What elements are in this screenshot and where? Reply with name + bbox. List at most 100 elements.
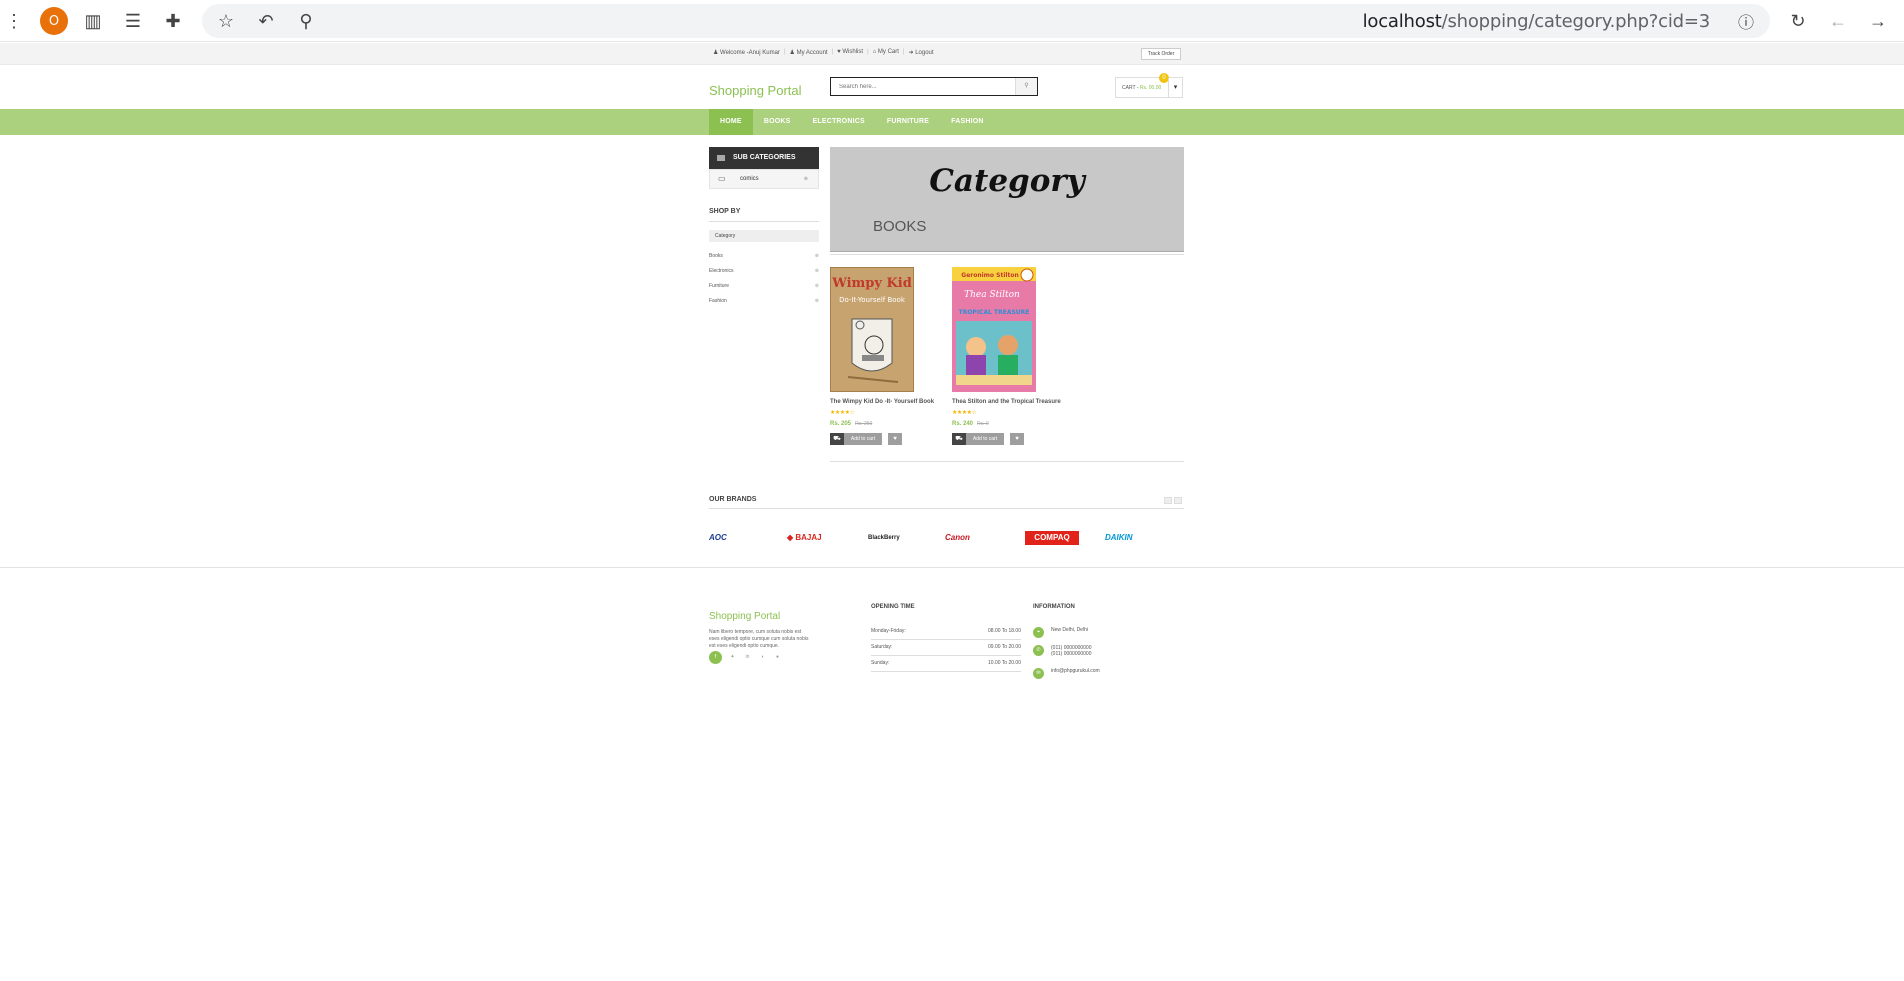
information-heading: INFORMATION (1033, 604, 1075, 610)
phone-icon: ✆ (1033, 645, 1044, 656)
site-header: Shopping Portal ⚲ CART - Rs. 00.00 0 ▾ (0, 65, 1904, 110)
divider (830, 254, 1184, 255)
opening-hours: Monday-Friday: 08.00 To 18.00 Saturday: 09… (871, 624, 1021, 672)
web-page: ♟ Welcome -Anuj Kumar | ♟ My Account | ♥ W… (0, 43, 1904, 981)
address-bar[interactable]: ☆ ↶ ⚲ localhost/shopping/category.php?ci… (202, 4, 1770, 38)
pinterest-icon[interactable]: ● (773, 653, 782, 662)
cart-icon[interactable]: ⛟ (830, 433, 844, 445)
product-price: Rs. 205 Rs. 250 (830, 421, 873, 427)
more-vertical-icon[interactable]: ⋮ (2, 9, 26, 33)
bookmark-star-icon[interactable]: ☆ (214, 9, 238, 33)
brand-logo[interactable]: Canon (945, 531, 970, 545)
product-name[interactable]: The Wimpy Kid Do -It- Yourself Book (830, 399, 950, 405)
star-rating-icon: ★★★★☆ (952, 410, 977, 416)
hours-row: Saturday: 09.00 To 20.00 (871, 640, 1021, 656)
forward-arrow-icon[interactable]: → (1866, 9, 1890, 33)
brands-heading: OUR BRANDS (709, 496, 1184, 509)
category-fashion[interactable]: Fashion ⊗ (709, 298, 819, 313)
extensions-icon[interactable]: ✚ (161, 9, 185, 33)
add-to-cart-button[interactable]: Add to cart (966, 433, 1004, 445)
product-actions: ⛟ Add to cart ♥ (952, 433, 1072, 445)
banner-title: Category (929, 163, 1085, 199)
sub-categories-header: SUB CATEGORIES (709, 147, 819, 169)
product-image[interactable]: Wimpy Kid Do-It-Yourself Book (830, 267, 914, 392)
map-pin-icon: ⌖ (1033, 627, 1044, 638)
product-price: Rs. 240 Rs. 0 (952, 421, 989, 427)
cart-icon[interactable]: ⛟ (952, 433, 966, 445)
sub-categories-title: SUB CATEGORIES (733, 154, 796, 161)
brand-logo[interactable]: BlackBerry (868, 531, 900, 545)
carousel-prev-button[interactable] (1164, 497, 1172, 504)
brand-logo[interactable]: ◆ BAJAJ (787, 531, 822, 545)
share-icon[interactable]: ↶ (254, 9, 278, 33)
footer-logo[interactable]: Shopping Portal (709, 611, 780, 622)
nav-fashion[interactable]: FASHION (940, 109, 995, 135)
sidebar-icon[interactable]: ▥ (81, 9, 105, 33)
sub-category-item[interactable]: ▭ comics ⊗ (709, 169, 819, 189)
back-arrow-icon[interactable]: ← (1826, 9, 1850, 33)
circle-icon: ⊗ (814, 268, 819, 274)
category-electronics[interactable]: Electronics ⊗ (709, 268, 819, 283)
cart-dropdown[interactable]: CART - Rs. 00.00 0 ▾ (1115, 73, 1183, 98)
site-logo[interactable]: Shopping Portal (709, 83, 802, 98)
opening-time-heading: OPENING TIME (871, 604, 915, 610)
book-cover-image: Geronimo Stilton Thea Stilton TROPICAL T… (952, 267, 1036, 392)
brand-logo[interactable]: DAIKIN (1105, 531, 1133, 545)
category-list: Books ⊗ Electronics ⊗ Furniture ⊗ Fashion ⊗ (709, 253, 819, 313)
nav-electronics[interactable]: ELECTRONICS (801, 109, 875, 135)
product-card: Wimpy Kid Do-It-Yourself Book The Wimpy … (830, 267, 950, 445)
brands-carousel: AOC ◆ BAJAJ BlackBerry Canon COMPAQ DAIK… (709, 531, 1184, 545)
star-rating-icon: ★★★★☆ (830, 410, 855, 416)
url-text[interactable]: localhost/shopping/category.php?cid=3 (1363, 11, 1711, 32)
category-label: Category (709, 230, 819, 242)
wishlist-heart-icon[interactable]: ♥ (888, 433, 902, 445)
category-furniture[interactable]: Furniture ⊗ (709, 283, 819, 298)
list-icon (717, 155, 725, 161)
search-input[interactable] (831, 78, 1039, 95)
brand-logo[interactable]: AOC (709, 531, 727, 545)
wishlist-link[interactable]: ♥ Wishlist (837, 49, 863, 56)
category-books[interactable]: Books ⊗ (709, 253, 819, 268)
reload-icon[interactable]: ↻ (1786, 9, 1810, 33)
site-info-icon[interactable]: ⓘ (1734, 9, 1758, 33)
nav-furniture[interactable]: FURNITURE (876, 109, 940, 135)
track-order-button[interactable]: Track Order (1141, 48, 1181, 60)
monitor-icon: ▭ (718, 174, 726, 183)
main-nav: HOME BOOKS ELECTRONICS FURNITURE FASHION (0, 109, 1904, 135)
reading-list-icon[interactable]: ☰ (121, 9, 145, 33)
welcome-link[interactable]: ♟ Welcome -Anuj Kumar (713, 49, 780, 56)
carousel-next-button[interactable] (1174, 497, 1182, 504)
address-row: ⌖ New Delhi, Delhi (1033, 627, 1113, 638)
linkedin-icon[interactable]: in (743, 653, 752, 662)
product-actions: ⛟ Add to cart ♥ (830, 433, 950, 445)
envelope-icon: ✉ (1033, 668, 1044, 679)
email-row[interactable]: ✉ info@phpgurukul.com (1033, 668, 1113, 679)
hours-row: Sunday: 10.00 To 20.00 (871, 656, 1021, 672)
svg-text:Thea Stilton: Thea Stilton (964, 290, 1020, 300)
nav-books[interactable]: BOOKS (753, 109, 802, 135)
facebook-icon[interactable]: f (709, 651, 722, 664)
profile-avatar[interactable]: O (40, 7, 68, 35)
chevron-right-icon: ⊗ (803, 176, 808, 182)
brand-logo[interactable]: COMPAQ (1025, 531, 1079, 545)
search-lens-icon[interactable]: ⚲ (294, 9, 318, 33)
search-icon: ⚲ (1024, 83, 1029, 89)
rss-icon[interactable]: ◗ (758, 653, 767, 662)
search-button[interactable]: ⚲ (1015, 78, 1037, 95)
logout-link[interactable]: ➜ Logout (908, 49, 933, 56)
svg-text:Geronimo Stilton: Geronimo Stilton (961, 272, 1018, 279)
twitter-icon[interactable]: ✦ (728, 653, 737, 662)
my-cart-link[interactable]: ⌂ My Cart (873, 49, 899, 56)
top-account-bar: ♟ Welcome -Anuj Kumar | ♟ My Account | ♥ W… (0, 43, 1904, 65)
contact-info: ⌖ New Delhi, Delhi ✆ (011) 0000000000 (011)… (1033, 625, 1113, 679)
wishlist-heart-icon[interactable]: ♥ (1010, 433, 1024, 445)
my-account-link[interactable]: ♟ My Account (790, 49, 828, 56)
chevron-down-icon[interactable]: ▾ (1168, 78, 1182, 97)
product-name[interactable]: Thea Stilton and the Tropical Treasure (952, 399, 1072, 405)
browser-toolbar: ⋮ O ▥ ☰ ✚ ☆ ↶ ⚲ localhost/shopping/categ… (0, 0, 1904, 42)
nav-home[interactable]: HOME (709, 109, 753, 135)
svg-text:Wimpy Kid: Wimpy Kid (831, 276, 912, 291)
product-image[interactable]: Geronimo Stilton Thea Stilton TROPICAL T… (952, 267, 1036, 392)
add-to-cart-button[interactable]: Add to cart (844, 433, 882, 445)
svg-text:Do-It-Yourself Book: Do-It-Yourself Book (839, 296, 906, 304)
